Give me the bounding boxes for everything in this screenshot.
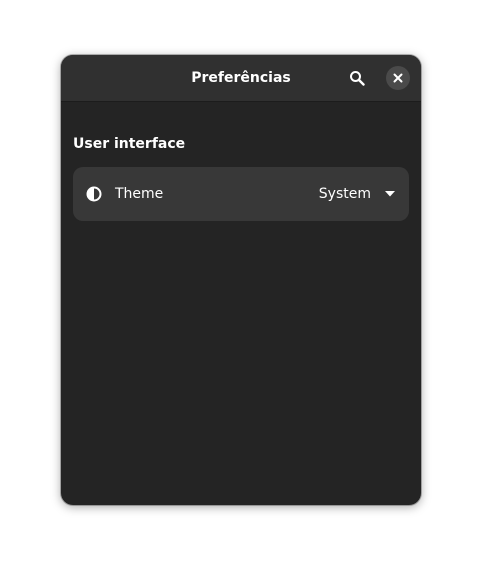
search-icon [350, 71, 365, 86]
preferences-window: Preferências User interface Theme System [61, 55, 421, 505]
chevron-down-icon [385, 191, 395, 197]
close-button[interactable] [386, 66, 410, 90]
theme-row[interactable]: Theme System [73, 167, 409, 221]
theme-contrast-icon [86, 186, 102, 202]
search-button[interactable] [345, 66, 369, 90]
headerbar: Preferências [61, 55, 421, 102]
theme-dropdown[interactable]: System [319, 167, 395, 221]
close-icon [393, 73, 403, 83]
theme-label: Theme [115, 186, 164, 202]
section-title-user-interface: User interface [73, 136, 186, 152]
theme-dropdown-value: System [318, 186, 371, 202]
